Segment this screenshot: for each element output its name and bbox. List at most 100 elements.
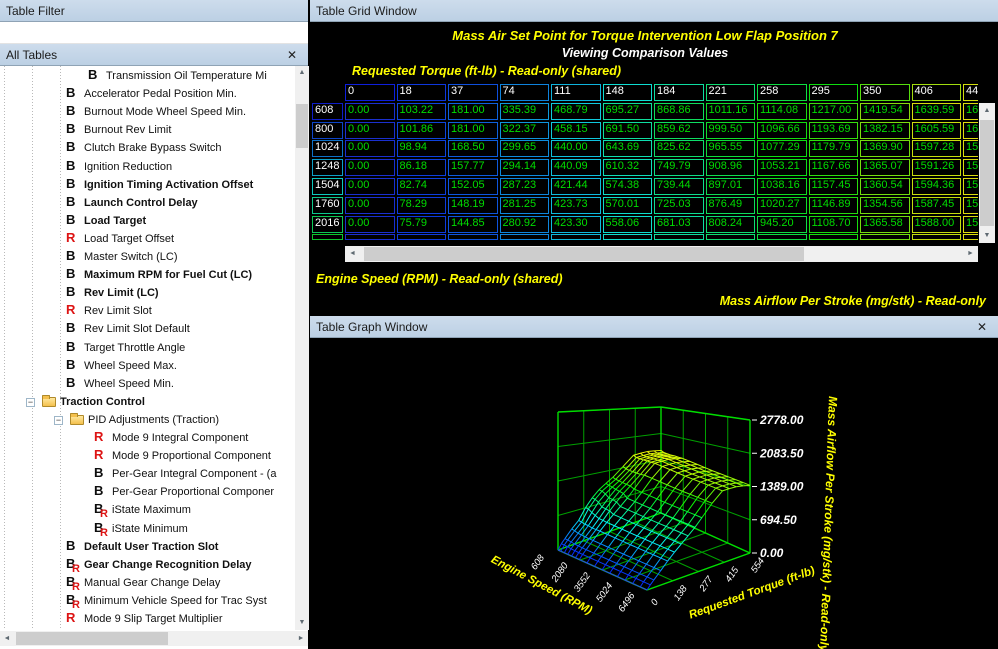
close-icon[interactable]: ✕	[284, 47, 300, 63]
grid-cell[interactable]: 1369.90	[860, 140, 910, 157]
table-filter-input[interactable]	[0, 22, 308, 44]
tree-item[interactable]: BRev Limit (LC)	[0, 285, 294, 303]
tree-item[interactable]: RMode 9 Proportional Component	[0, 448, 294, 466]
grid-cell[interactable]: 0.00	[345, 122, 395, 139]
grid-cell[interactable]: 1020.27	[757, 197, 807, 214]
scroll-left-icon[interactable]: ◄	[345, 246, 360, 262]
grid-horizontal-scrollbar[interactable]: ◄ ►	[345, 246, 978, 262]
grid-cell[interactable]: 15	[963, 140, 978, 157]
tree-item[interactable]: RMode 9 Integral Component	[0, 430, 294, 448]
collapse-icon[interactable]: −	[54, 416, 63, 425]
grid-cell[interactable]: 1167.66	[809, 159, 859, 176]
scroll-left-icon[interactable]: ◄	[0, 631, 14, 646]
grid-cell[interactable]: 1157.45	[809, 178, 859, 195]
tree-item[interactable]: BWheel Speed Max.	[0, 358, 294, 376]
tree-item[interactable]: BIgnition Timing Activation Offset	[0, 177, 294, 195]
grid-cell[interactable]: 468.79	[551, 103, 601, 120]
grid-cell[interactable]: 82.74	[397, 178, 447, 195]
grid-cell[interactable]: 0.00	[345, 103, 395, 120]
tree-hscroll-thumb[interactable]	[16, 632, 168, 645]
column-header-cell[interactable]: 37	[448, 84, 498, 101]
tree-item[interactable]: BMaster Switch (LC)	[0, 249, 294, 267]
grid-cell[interactable]: 181.00	[448, 103, 498, 120]
column-header-cell[interactable]: 111	[551, 84, 601, 101]
grid-cell[interactable]: 574.38	[603, 178, 653, 195]
grid-cell[interactable]: 1217.00	[809, 103, 859, 120]
grid-cell[interactable]: 1096.66	[757, 122, 807, 139]
grid-cell[interactable]: 1354.56	[860, 197, 910, 214]
grid-cell[interactable]: 78.29	[397, 197, 447, 214]
grid-cell[interactable]: 999.50	[706, 122, 756, 139]
grid-cell[interactable]: 1011.16	[706, 103, 756, 120]
tree-item[interactable]: BRiState Minimum	[0, 521, 294, 539]
grid-cell[interactable]: 144.85	[448, 216, 498, 233]
row-header-cell[interactable]: 1024	[312, 140, 343, 157]
grid-cell[interactable]: 86.18	[397, 159, 447, 176]
tree-horizontal-scrollbar[interactable]: ◄ ►	[0, 631, 308, 646]
scroll-right-icon[interactable]: ►	[963, 246, 978, 262]
grid-cell[interactable]: 1360.54	[860, 178, 910, 195]
grid-cell[interactable]: 0.00	[345, 197, 395, 214]
grid-cell[interactable]: 0.00	[345, 140, 395, 157]
grid-cell[interactable]: 0.00	[345, 216, 395, 233]
tree-vscroll-thumb[interactable]	[296, 104, 308, 148]
grid-cell[interactable]: 1419.54	[860, 103, 910, 120]
tree-item[interactable]: BTarget Throttle Angle	[0, 340, 294, 358]
tree-item[interactable]: BBurnout Rev Limit	[0, 122, 294, 140]
grid-cell[interactable]: 859.62	[654, 122, 704, 139]
grid-cell[interactable]: 440.09	[551, 159, 601, 176]
grid-cell[interactable]: 75.79	[397, 216, 447, 233]
grid-cell[interactable]: 1594.36	[912, 178, 962, 195]
scroll-down-icon[interactable]: ▼	[295, 616, 309, 630]
tree-item[interactable]: BLaunch Control Delay	[0, 195, 294, 213]
grid-cell[interactable]: 423.73	[551, 197, 601, 214]
column-header-cell[interactable]: 406	[912, 84, 962, 101]
tree-vertical-scrollbar[interactable]: ▲ ▼	[295, 66, 309, 630]
tree-item[interactable]: BRiState Maximum	[0, 502, 294, 520]
tree-item[interactable]: BMaximum RPM for Fuel Cut (LC)	[0, 267, 294, 285]
grid-cell[interactable]: 808.24	[706, 216, 756, 233]
row-header-cell[interactable]: 608	[312, 103, 343, 120]
collapse-icon[interactable]: −	[26, 398, 35, 407]
grid-cell[interactable]: 1597.28	[912, 140, 962, 157]
grid-cell[interactable]: 15	[963, 159, 978, 176]
grid-cell[interactable]: 739.44	[654, 178, 704, 195]
tree-item[interactable]: BRev Limit Slot Default	[0, 321, 294, 339]
scroll-up-icon[interactable]: ▲	[979, 103, 995, 118]
tree-item[interactable]: BIgnition Reduction	[0, 159, 294, 177]
grid-cell[interactable]: 15	[963, 178, 978, 195]
column-header-cell[interactable]: 184	[654, 84, 704, 101]
grid-cell[interactable]: 0.00	[345, 159, 395, 176]
grid-cell[interactable]: 570.01	[603, 197, 653, 214]
grid-cell[interactable]: 280.92	[500, 216, 550, 233]
grid-cell[interactable]: 101.86	[397, 122, 447, 139]
tree-item[interactable]: −Traction Control	[0, 394, 294, 412]
grid-cell[interactable]: 1382.15	[860, 122, 910, 139]
grid-cell[interactable]: 897.01	[706, 178, 756, 195]
row-header-cell[interactable]: 1760	[312, 197, 343, 214]
grid-cell[interactable]: 908.96	[706, 159, 756, 176]
grid-cell[interactable]: 458.15	[551, 122, 601, 139]
column-header-cell[interactable]: 295	[809, 84, 859, 101]
grid-vscroll-thumb[interactable]	[980, 120, 994, 226]
grid-cell[interactable]: 558.06	[603, 216, 653, 233]
tree-item[interactable]: BRGear Change Recognition Delay	[0, 557, 294, 575]
scroll-right-icon[interactable]: ►	[294, 631, 308, 646]
grid-cell[interactable]: 15	[963, 197, 978, 214]
grid-cell[interactable]: 1605.59	[912, 122, 962, 139]
column-header-cell[interactable]: 0	[345, 84, 395, 101]
tree-item[interactable]: BDefault User Traction Slot	[0, 539, 294, 557]
row-header-cell[interactable]: 800	[312, 122, 343, 139]
grid-cell[interactable]: 0.00	[345, 178, 395, 195]
tree-item[interactable]: BTransmission Oil Temperature Mi	[0, 68, 294, 86]
grid-cell[interactable]: 16	[963, 122, 978, 139]
grid-cell[interactable]: 421.44	[551, 178, 601, 195]
tree-item[interactable]: BPer-Gear Proportional Componer	[0, 484, 294, 502]
tree-item[interactable]: BPer-Gear Integral Component - (a	[0, 466, 294, 484]
grid-cell[interactable]: 157.77	[448, 159, 498, 176]
tree-item[interactable]: BAccelerator Pedal Position Min.	[0, 86, 294, 104]
grid-cell[interactable]: 695.27	[603, 103, 653, 120]
row-header-cell[interactable]: 2016	[312, 216, 343, 233]
grid-cell[interactable]: 681.03	[654, 216, 704, 233]
grid-cell[interactable]: 168.50	[448, 140, 498, 157]
